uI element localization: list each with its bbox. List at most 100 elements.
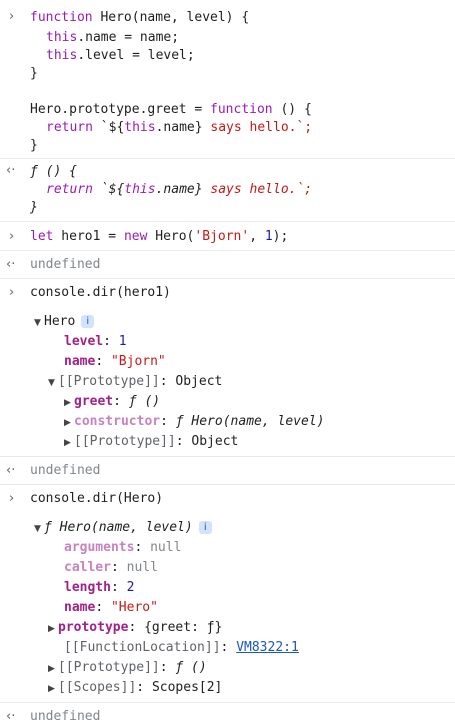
expand-triangle-icon[interactable]: ▼ [34, 519, 44, 539]
property-key: caller [64, 560, 111, 575]
keyword: let [30, 229, 54, 244]
property-key: greet [74, 394, 114, 409]
keyword: this [124, 120, 156, 135]
property-key: prototype [58, 620, 129, 635]
code-line: } [30, 138, 38, 153]
code-line: return `${this.name} says hello.`; [46, 118, 312, 138]
property-key: arguments [64, 540, 135, 555]
prototype-row[interactable]: ▶ prototype: {greet: ƒ} [48, 618, 222, 639]
prototype-row[interactable]: ▶ [[Prototype]]: Object [64, 432, 238, 453]
keyword: this [46, 48, 78, 63]
property-value: Scopes[2] [151, 680, 223, 695]
greet-row[interactable]: ▶ greet: ƒ () [64, 392, 160, 413]
code-text: Hero( [147, 229, 195, 244]
property-value: "Hero" [110, 600, 158, 615]
property-value: 1 [118, 334, 127, 349]
result-line: ƒ () { [30, 164, 77, 179]
property-row: name: "Bjorn" [64, 354, 166, 369]
keyword: this [124, 182, 156, 197]
property-value: "Bjorn" [110, 354, 166, 369]
divider [0, 456, 455, 457]
property-key: level [64, 334, 104, 349]
property-value: ƒ () [175, 660, 207, 675]
function-location-row: [[FunctionLocation]]: VM8322:1 [64, 640, 299, 655]
code-line: Hero.prototype.greet = function () { [30, 100, 312, 120]
property-row: length: 2 [64, 580, 135, 595]
output-prompt-icon: ‹· [6, 257, 16, 272]
hero-function-header[interactable]: ▼ ƒ Hero(name, level) i [34, 518, 212, 539]
property-value: ƒ Hero(name, level) [175, 414, 325, 429]
divider [0, 221, 455, 222]
code-line: let hero1 = new Hero('Bjorn', 1); [30, 227, 288, 247]
string-literal: `; [296, 182, 313, 197]
keyword: function [210, 102, 273, 117]
undefined-result: undefined [30, 709, 101, 724]
property-row: name: "Hero" [64, 600, 158, 615]
property-key: name [64, 600, 96, 615]
property-row: level: 1 [64, 334, 127, 349]
property-row: caller: null [64, 560, 158, 575]
code-text: `${ [92, 182, 125, 197]
collapse-triangle-icon[interactable]: ▶ [48, 679, 58, 699]
property-value: 2 [126, 580, 135, 595]
collapse-triangle-icon[interactable]: ▶ [48, 659, 58, 679]
collapse-triangle-icon[interactable]: ▶ [64, 393, 74, 413]
keyword: this [46, 30, 78, 45]
code-text: .name} [155, 120, 203, 135]
property-value: Object [175, 374, 223, 389]
code-line: console.dir(Hero) [30, 491, 164, 506]
function-title: ƒ Hero(name, level) [44, 520, 193, 535]
expand-triangle-icon[interactable]: ▼ [34, 313, 44, 333]
property-value: null [150, 540, 182, 555]
divider [0, 484, 455, 485]
property-row: arguments: null [64, 540, 182, 555]
internal-property-key: [[Prototype]] [58, 660, 160, 675]
code-text: , [249, 229, 265, 244]
undefined-result: undefined [30, 463, 101, 478]
code-text: ); [272, 229, 289, 244]
internal-property-key: [[Prototype]] [74, 434, 176, 449]
collapse-triangle-icon[interactable]: ▶ [64, 413, 74, 433]
collapse-triangle-icon[interactable]: ▶ [48, 619, 58, 639]
code-line: this.name = name; [46, 28, 179, 48]
string-literal: `; [296, 120, 313, 135]
code-text: Hero(name, level) { [92, 10, 250, 25]
property-value: null [126, 560, 158, 575]
divider [0, 158, 455, 159]
output-prompt-icon: ‹· [6, 163, 16, 178]
object-title: Hero [44, 314, 76, 329]
divider [0, 250, 455, 251]
result-line: return `${this.name} says hello.`; [46, 180, 312, 200]
keyword: function [30, 10, 93, 25]
source-link[interactable]: VM8322:1 [236, 640, 299, 655]
divider [0, 702, 455, 703]
constructor-row[interactable]: ▶ constructor: ƒ Hero(name, level) [64, 412, 324, 433]
prototype-row[interactable]: ▶ [[Prototype]]: ƒ () [48, 658, 207, 679]
code-text: `${ [92, 120, 125, 135]
property-key: constructor [74, 414, 161, 429]
code-line: function Hero(name, level) { [30, 8, 249, 28]
keyword: return [46, 182, 93, 197]
expand-triangle-icon[interactable]: ▼ [48, 373, 58, 393]
string-literal: says hello. [202, 120, 297, 135]
property-value: {greet: ƒ} [144, 620, 223, 635]
info-icon[interactable]: i [198, 521, 212, 534]
code-text: hero1 = [53, 229, 124, 244]
string-literal: 'Bjorn' [194, 229, 250, 244]
code-text: () { [272, 102, 312, 117]
internal-property-key: [[Prototype]] [58, 374, 160, 389]
hero1-object-header[interactable]: ▼ Hero i [34, 312, 95, 333]
input-prompt-icon: › [9, 9, 15, 24]
divider [0, 278, 455, 279]
collapse-triangle-icon[interactable]: ▶ [64, 433, 74, 453]
code-text: .level = level; [77, 48, 195, 63]
input-prompt-icon: › [9, 491, 15, 506]
property-value: ƒ () [128, 394, 161, 409]
info-icon[interactable]: i [81, 315, 95, 328]
code-text: .name} [155, 182, 203, 197]
property-key: length [64, 580, 111, 595]
code-line: console.dir(hero1) [30, 285, 171, 300]
prototype-row[interactable]: ▼ [[Prototype]]: Object [48, 372, 222, 393]
number-literal: 1 [264, 229, 273, 244]
scopes-row[interactable]: ▶ [[Scopes]]: Scopes[2] [48, 678, 222, 699]
